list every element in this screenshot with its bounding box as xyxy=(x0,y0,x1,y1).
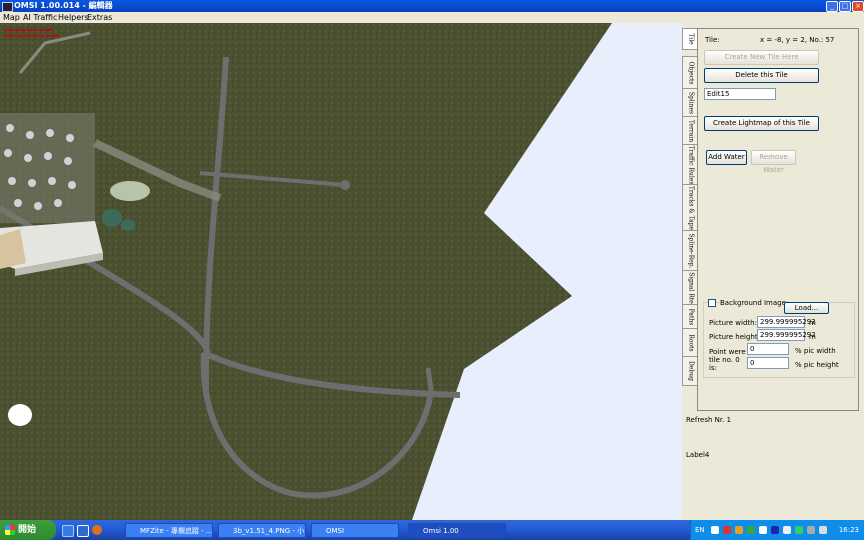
remove-water-button[interactable]: Remove Water xyxy=(751,150,796,174)
tab-tile[interactable]: Tile xyxy=(682,28,698,50)
tray-green-icon[interactable] xyxy=(795,526,803,534)
add-water-button[interactable]: Add Water xyxy=(706,150,747,165)
picture-width-label: Picture width: xyxy=(709,319,757,327)
tray-close-icon[interactable] xyxy=(723,526,731,534)
tab-debug[interactable]: Debug xyxy=(682,356,698,386)
windows-flag-icon xyxy=(5,525,15,535)
ie-icon[interactable] xyxy=(77,525,89,537)
tray-media-icon[interactable] xyxy=(771,526,779,534)
maximize-button[interactable]: □ xyxy=(839,1,851,12)
task-paint[interactable]: 3b_v1.51_4.PNG - 小... xyxy=(218,523,306,538)
picture-width-unit: m xyxy=(809,319,816,327)
terrain-tiles xyxy=(0,23,612,520)
menu-bar: Map AI Traffic Helpers Extras xyxy=(0,12,864,23)
vertical-tab-strip: Tile Objects Splines Terrain Traffic Rul… xyxy=(682,28,698,388)
task-mfzite[interactable]: MFZite - 專欄追蹤 - ... xyxy=(125,523,213,538)
show-desktop-icon[interactable] xyxy=(62,525,74,537)
picture-width-field[interactable]: 299.999995292 xyxy=(757,316,816,328)
taskbar: 開始 MFZite - 專欄追蹤 - ... 3b_v1.51_4.PNG - … xyxy=(0,520,864,540)
picture-height-label: Picture height: xyxy=(709,333,760,341)
debug-line-1: ▪▪▪▪▪▪▪▪ ▪▪▪▪ ▪▪▪▪▪ xyxy=(4,27,53,32)
picture-height-field[interactable]: 299.999995292 xyxy=(757,329,816,341)
tab-roots[interactable]: Roots xyxy=(682,328,698,358)
start-button[interactable]: 開始 xyxy=(0,520,56,540)
white-marker xyxy=(8,404,32,426)
tray-network-icon[interactable] xyxy=(747,526,755,534)
tab-paths[interactable]: Paths xyxy=(682,304,698,330)
debug-line-2: ▪▪▪▪ ▪▪ ▪▪▪▪▪▪▪▪ ▪▪▪▪▪ xyxy=(4,33,60,38)
tab-spline-rep[interactable]: Spline-Rep. xyxy=(682,230,698,272)
roundabout-end xyxy=(340,180,350,190)
menu-ai-traffic[interactable]: AI Traffic xyxy=(23,12,57,23)
pct-width-label: % pic width xyxy=(795,347,836,355)
tab-splines[interactable]: Splines xyxy=(682,88,698,118)
menu-helpers[interactable]: Helpers xyxy=(58,12,89,23)
tray-monitor-icon[interactable] xyxy=(759,526,767,534)
language-indicator[interactable]: EN xyxy=(695,526,705,534)
tab-terrain[interactable]: Terrain xyxy=(682,116,698,146)
background-image-label: Background Image: xyxy=(719,299,790,307)
delete-tile-button[interactable]: Delete this Tile xyxy=(704,68,819,83)
map-viewport[interactable]: ▪▪▪▪▪▪▪▪ ▪▪▪▪ ▪▪▪▪▪ ▪▪▪▪ ▪▪ ▪▪▪▪▪▪▪▪ ▪▪▪… xyxy=(0,23,682,520)
close-button[interactable]: × xyxy=(852,1,864,12)
menu-extras[interactable]: Extras xyxy=(87,12,112,23)
tray-clock-icon[interactable] xyxy=(783,526,791,534)
system-tray: EN 16:23 xyxy=(690,520,864,540)
tile-coords: x = -8, y = 2, No.: 57 xyxy=(760,36,835,44)
tab-objects[interactable]: Objects xyxy=(682,56,698,90)
refresh-counter: Refresh Nr. 1 xyxy=(686,416,732,424)
create-tile-button[interactable]: Create New Tile Here xyxy=(704,50,819,65)
picture-height-unit: m xyxy=(809,333,816,341)
load-button[interactable]: Load... xyxy=(784,302,829,314)
point-origin-label: Point were tile no. 0 is: xyxy=(709,348,746,372)
background-image-checkbox[interactable] xyxy=(708,299,716,307)
menu-map[interactable]: Map xyxy=(3,12,20,23)
tab-tracks-tape[interactable]: Tracks & Tape xyxy=(682,184,698,232)
system-clock[interactable]: 16:23 xyxy=(839,520,859,540)
task-omsi-folder[interactable]: OMSI xyxy=(311,523,399,538)
window-title: OMSI 1.00.014 - 編輯器 xyxy=(14,1,113,10)
point-y-field[interactable]: 0 xyxy=(747,357,789,369)
tray-orange-icon[interactable] xyxy=(735,526,743,534)
tray-misc-icon[interactable] xyxy=(819,526,827,534)
task-omsi-app[interactable]: Omsi 1.00 xyxy=(408,523,506,538)
tab-traffic-rules[interactable]: Traffic Rules xyxy=(682,144,698,186)
pct-height-label: % pic height xyxy=(795,361,839,369)
map-scene[interactable] xyxy=(0,23,682,520)
tray-help-icon[interactable] xyxy=(711,526,719,534)
firefox-icon[interactable] xyxy=(92,525,102,535)
tile-name-field[interactable]: Edit15 xyxy=(704,88,776,100)
tray-volume-icon[interactable] xyxy=(807,526,815,534)
minimize-button[interactable]: _ xyxy=(826,1,838,12)
create-lightmap-button[interactable]: Create Lightmap of this Tile xyxy=(704,116,819,131)
point-x-field[interactable]: 0 xyxy=(747,343,789,355)
tab-signal-rte[interactable]: Signal Rte xyxy=(682,270,698,306)
tile-label: Tile: xyxy=(705,36,720,44)
label4: Label4 xyxy=(686,451,710,459)
title-bar: OMSI 1.00.014 - 編輯器 _ □ × xyxy=(0,0,864,12)
app-icon xyxy=(2,2,13,12)
